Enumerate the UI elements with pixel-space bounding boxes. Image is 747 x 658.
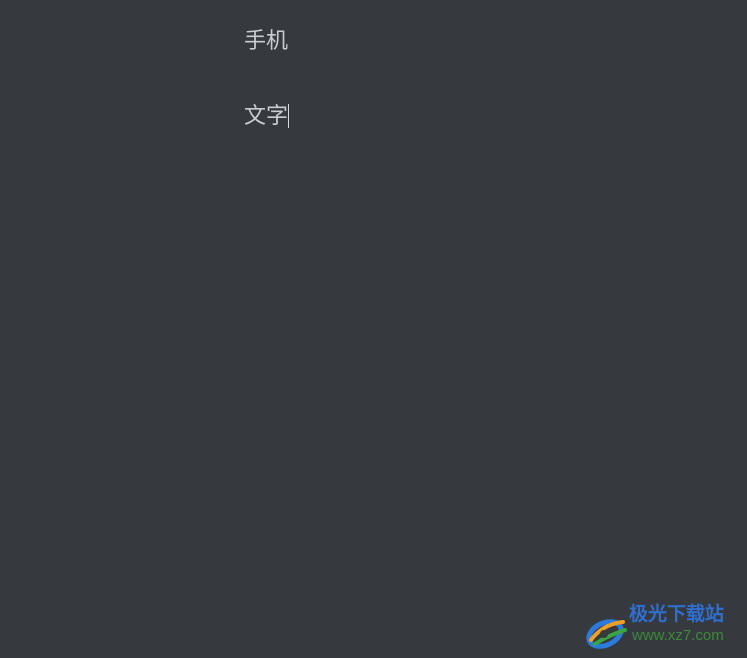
text-caret	[288, 104, 290, 128]
text-editor[interactable]: 手机 文字	[0, 0, 747, 658]
line-text: 手机	[244, 29, 289, 54]
watermark-logo-icon	[586, 619, 627, 649]
watermark: 极光下载站 www.xz7.com	[585, 602, 737, 652]
watermark-url: www.xz7.com	[632, 627, 724, 644]
text-line[interactable]: 文字	[244, 103, 290, 131]
line-text: 文字	[244, 104, 289, 129]
watermark-title: 极光下载站	[629, 603, 725, 625]
text-line[interactable]: 手机	[244, 28, 288, 56]
